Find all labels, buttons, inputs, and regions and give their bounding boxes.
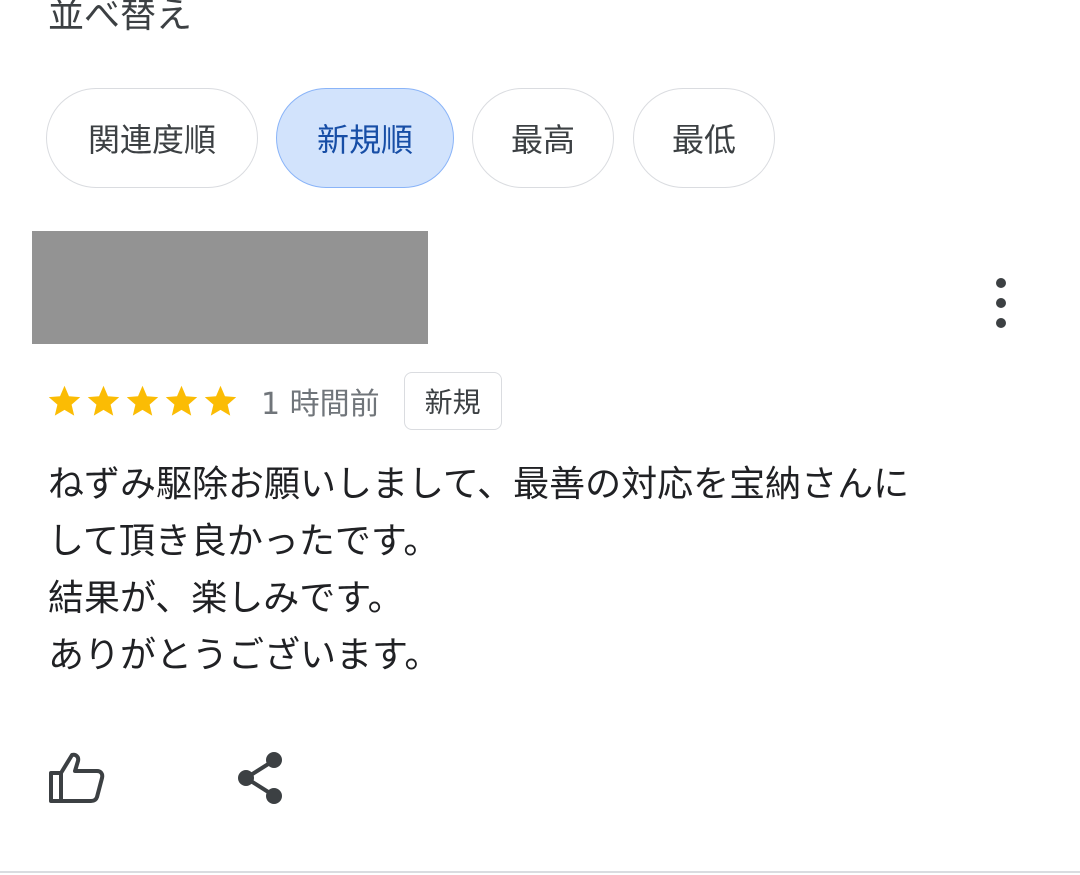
sort-chip-lowest[interactable]: 最低 [633,88,775,188]
thumb-up-icon [49,752,105,803]
sort-chip-highest[interactable]: 最高 [472,88,614,188]
reviewer-name-redaction [32,231,428,344]
share-icon [238,752,282,804]
new-badge: 新規 [403,372,502,430]
star-icon [48,385,81,416]
sort-chip-newest[interactable]: 新規順 [276,88,454,188]
sort-chip-relevance[interactable]: 関連度順 [46,88,258,188]
more-vert-icon[interactable] [986,278,1016,328]
review-text-line: して頂き良かったです。 [48,521,440,562]
star-icon [126,385,159,416]
share-button[interactable] [232,748,288,808]
review-text-line: 結果が、楽しみです。 [48,578,404,619]
divider [0,871,1080,873]
review-meta: 1 時間前 新規 [46,370,502,432]
review-time: 1 時間前 [261,387,380,422]
review-text: ねずみ駆除お願いしまして、最善の対応を宝納さんに して頂き良かったです。 結果が… [48,456,1028,684]
review-text-line: ねずみ駆除お願いしまして、最善の対応を宝納さんに [48,464,910,505]
star-icon [87,385,120,416]
star-icon [204,385,237,416]
like-button[interactable] [46,748,106,808]
star-rating [46,383,239,420]
sort-title: 並べ替え [48,0,193,36]
review-text-line: ありがとうございます。 [48,635,441,676]
star-icon [165,385,198,416]
